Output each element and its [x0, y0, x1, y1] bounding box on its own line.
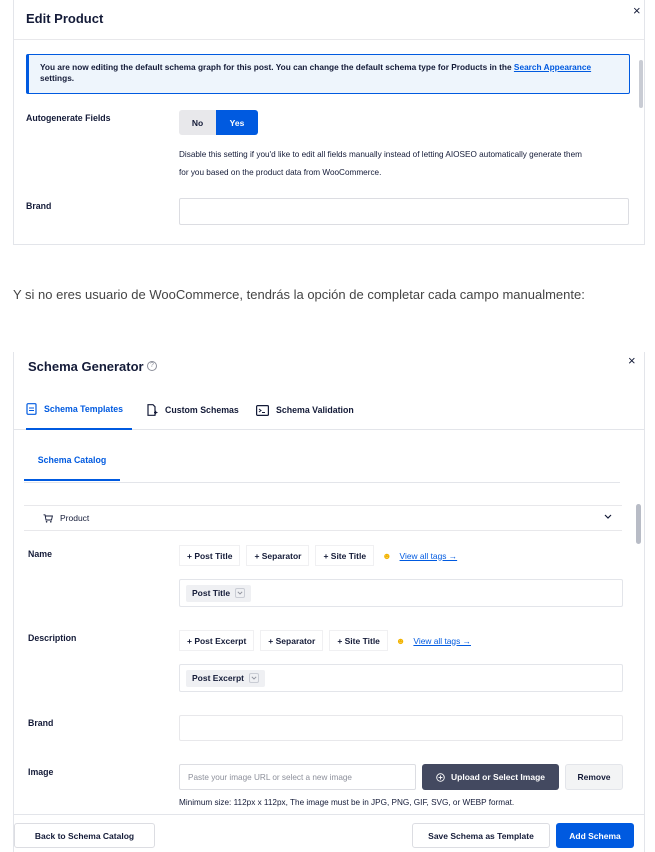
document-icon — [26, 403, 37, 415]
remove-image-button[interactable]: Remove — [565, 764, 623, 790]
add-separator-tag-button[interactable]: + Separator — [260, 630, 324, 651]
notice-suffix: settings. — [40, 73, 75, 83]
add-separator-tag-button[interactable]: + Separator — [246, 545, 310, 566]
add-schema-button[interactable]: Add Schema — [556, 823, 634, 848]
description-tag-editor[interactable]: Post Excerpt — [179, 664, 623, 692]
divider — [24, 482, 620, 483]
brand-input[interactable] — [179, 198, 629, 225]
search-appearance-link[interactable]: Search Appearance — [514, 62, 591, 72]
description-tag-row: + Post Excerpt + Separator + Site Title … — [179, 630, 471, 651]
add-site-title-tag-button[interactable]: + Site Title — [315, 545, 375, 566]
back-to-catalog-button[interactable]: Back to Schema Catalog — [14, 823, 155, 848]
add-post-excerpt-tag-button[interactable]: + Post Excerpt — [179, 630, 255, 651]
help-line: Disable this setting if you'd like to ed… — [179, 150, 582, 159]
upload-image-button[interactable]: Upload or Select Image — [422, 764, 559, 790]
scrollbar[interactable] — [636, 504, 641, 544]
tab-label: Custom Schemas — [165, 405, 239, 415]
emoji-icon[interactable]: ☻ — [382, 551, 391, 561]
tab-label: Schema Templates — [44, 404, 124, 414]
image-url-input[interactable]: Paste your image URL or select a new ima… — [179, 764, 416, 790]
chevron-down-icon — [604, 514, 612, 519]
product-select-value: Product — [60, 513, 90, 523]
close-icon[interactable]: × — [633, 4, 641, 17]
schema-footer: Back to Schema Catalog Save Schema as Te… — [14, 814, 644, 852]
edit-product-title: Edit Product — [26, 11, 104, 26]
add-post-title-tag-button[interactable]: + Post Title — [179, 545, 241, 566]
chip-label: Post Title — [192, 588, 231, 598]
save-as-template-button[interactable]: Save Schema as Template — [412, 823, 550, 848]
help-icon[interactable]: ? — [147, 361, 157, 371]
chip-label: Post Excerpt — [192, 673, 244, 683]
name-tag-editor[interactable]: Post Title — [179, 579, 623, 607]
autogenerate-help: Disable this setting if you'd like to ed… — [179, 146, 639, 182]
schema-generator-title: Schema Generator — [28, 359, 144, 374]
post-title-chip[interactable]: Post Title — [186, 584, 252, 602]
schema-generator-panel: Schema Generator ? × Schema Templates Cu… — [13, 352, 645, 852]
brand-input[interactable] — [179, 715, 623, 741]
cart-icon — [43, 513, 53, 523]
brand-label: Brand — [28, 718, 54, 728]
edit-product-header: Edit Product × — [14, 0, 644, 40]
post-excerpt-chip[interactable]: Post Excerpt — [186, 669, 265, 687]
tab-schema-catalog[interactable]: Schema Catalog — [24, 441, 120, 481]
image-label: Image — [28, 767, 54, 777]
upload-label: Upload or Select Image — [451, 772, 545, 782]
close-icon[interactable]: × — [628, 354, 636, 367]
chevron-down-icon[interactable] — [235, 588, 246, 598]
name-tag-row: + Post Title + Separator + Site Title ☻ … — [179, 545, 457, 566]
notice-text: You are now editing the default schema g… — [40, 62, 514, 72]
brand-label: Brand — [26, 201, 52, 211]
schema-notice: You are now editing the default schema g… — [26, 54, 630, 94]
tab-schema-templates[interactable]: Schema Templates — [26, 390, 133, 430]
help-line: for you based on the product data from W… — [179, 168, 382, 177]
toggle-no-button[interactable]: No — [179, 110, 216, 135]
product-select[interactable]: Product — [24, 505, 622, 531]
scrollbar[interactable] — [639, 60, 643, 108]
description-label: Description — [28, 633, 77, 643]
chevron-down-icon[interactable] — [248, 673, 259, 683]
view-all-tags-link[interactable]: View all tags → — [413, 636, 471, 646]
schema-tabs: Schema Templates Custom Schemas Schema V… — [14, 390, 644, 430]
image-help-text: Minimum size: 112px x 112px, The image m… — [179, 798, 515, 807]
add-site-title-tag-button[interactable]: + Site Title — [329, 630, 388, 651]
tab-custom-schemas[interactable]: Custom Schemas — [146, 390, 239, 430]
terminal-icon — [256, 404, 269, 416]
autogenerate-label: Autogenerate Fields — [26, 113, 111, 123]
new-document-icon — [147, 404, 158, 416]
tab-schema-validation[interactable]: Schema Validation — [256, 390, 354, 430]
plus-circle-icon — [436, 772, 445, 782]
tab-label: Schema Validation — [276, 405, 354, 415]
autogenerate-toggle[interactable]: No Yes — [179, 110, 258, 135]
edit-product-panel: Edit Product × You are now editing the d… — [13, 0, 645, 245]
emoji-icon[interactable]: ☻ — [396, 636, 405, 646]
article-paragraph: Y si no eres usuario de WooCommerce, ten… — [13, 287, 585, 302]
view-all-tags-link[interactable]: View all tags → — [400, 551, 458, 561]
name-label: Name — [28, 549, 52, 559]
toggle-yes-button[interactable]: Yes — [216, 110, 258, 135]
